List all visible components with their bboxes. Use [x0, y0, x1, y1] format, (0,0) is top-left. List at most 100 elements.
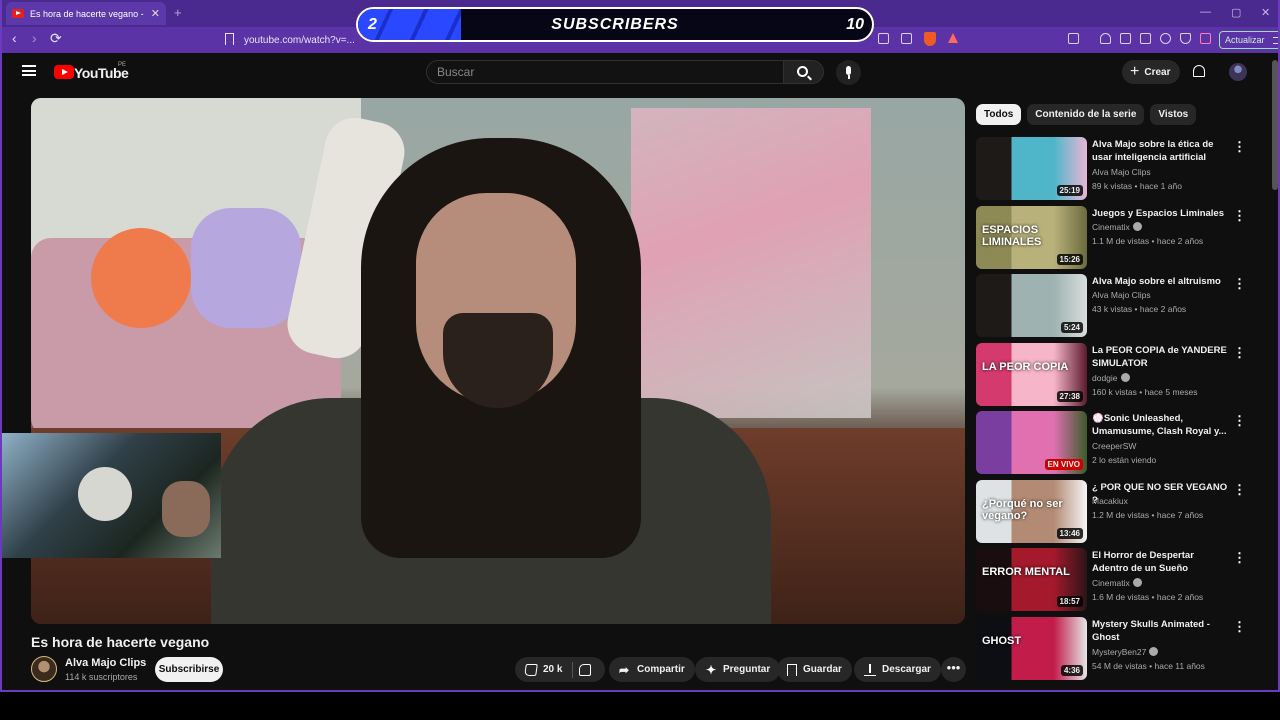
recommendation-thumbnail[interactable]: ¿Porqué no ser vegano? 13:46 — [976, 479, 1087, 543]
leo-ai-icon[interactable] — [1160, 33, 1171, 44]
minimize-icon[interactable]: — — [1200, 6, 1211, 18]
search-input[interactable]: Buscar — [426, 60, 784, 84]
subscribe-button[interactable]: Subscribirse — [155, 657, 223, 682]
more-actions-button[interactable]: ••• — [941, 657, 966, 682]
dislike-icon[interactable] — [579, 663, 592, 676]
browser-window: Es hora de hacerte vegano - You ✕ + — ▢ … — [0, 0, 1280, 692]
reload-button[interactable]: ⟳ — [50, 30, 62, 47]
youtube-logo-icon[interactable] — [54, 65, 74, 79]
recommendation-title[interactable]: La PEOR COPIA de YANDERE SIMULATOR — [1092, 344, 1232, 370]
recommendation-menu-icon[interactable]: ⋮ — [1233, 276, 1246, 292]
cast-icon[interactable] — [878, 33, 889, 44]
recommendation-meta: 160 k vistas • hace 5 meses — [1092, 386, 1198, 397]
recommendation-title[interactable]: Juegos y Espacios Liminales — [1092, 207, 1232, 220]
recommendation-item[interactable]: 5:24 Alva Majo sobre el altruismo Alva Maj… — [976, 274, 1266, 338]
maximize-icon[interactable]: ▢ — [1231, 6, 1241, 19]
recommendation-item[interactable]: GHOST 4:36 Mystery Skulls Animated - Ghost… — [976, 616, 1266, 681]
notifications-bell-icon[interactable] — [1193, 65, 1205, 77]
recommendation-item[interactable]: ESPACIOS LIMINALES 15:26 Juegos y Espacios… — [976, 205, 1266, 270]
share-button[interactable]: ➦ Compartir — [609, 657, 695, 682]
media-icon[interactable] — [1100, 33, 1111, 44]
recommendation-item[interactable]: 25:19 Alva Majo sobre la ética de usar in… — [976, 137, 1266, 201]
plus-icon: + — [1130, 63, 1140, 80]
sparkle-icon: ✦ — [705, 662, 717, 677]
recommendation-menu-icon[interactable]: ⋮ — [1233, 550, 1246, 566]
search-button[interactable] — [783, 60, 824, 84]
recommendation-channel[interactable]: Macakiux — [1092, 496, 1128, 506]
recommendation-menu-icon[interactable]: ⋮ — [1233, 139, 1246, 155]
browser-tab[interactable]: Es hora de hacerte vegano - You ✕ — [6, 2, 166, 25]
forward-button[interactable]: › — [32, 30, 37, 46]
recommendation-title[interactable]: Alva Majo sobre el altruismo — [1092, 275, 1232, 288]
recommendation-title[interactable]: Mystery Skulls Animated - Ghost — [1092, 618, 1232, 644]
recommendation-thumbnail[interactable]: 5:24 — [976, 274, 1087, 337]
extension-icon[interactable] — [1200, 33, 1211, 44]
recommendation-title[interactable]: El Horror de Despertar Adentro de un Sue… — [1092, 549, 1232, 575]
video-plush-toy — [91, 228, 191, 328]
tab-close-icon[interactable]: ✕ — [151, 7, 160, 20]
webcam-overlay — [2, 433, 221, 558]
recommendation-menu-icon[interactable]: ⋮ — [1233, 208, 1246, 224]
thumbnail-text: GHOST — [982, 634, 1022, 647]
recommendation-thumbnail[interactable]: GHOST 4:36 — [976, 616, 1087, 680]
recommendation-thumbnail[interactable]: ERROR MENTAL 18:57 — [976, 548, 1087, 611]
create-button[interactable]: + Crear — [1122, 60, 1180, 84]
close-window-icon[interactable]: ✕ — [1261, 6, 1270, 19]
user-avatar[interactable] — [1229, 63, 1247, 81]
recommendation-thumbnail[interactable]: 25:19 — [976, 137, 1087, 200]
recommendation-item[interactable]: ¿Porqué no ser vegano? 13:46 ¿ POR QUE NO … — [976, 479, 1266, 544]
download-icon — [864, 663, 876, 676]
recommendation-menu-icon[interactable]: ⋮ — [1233, 413, 1246, 429]
recommendation-menu-icon[interactable]: ⋮ — [1233, 482, 1246, 498]
like-icon[interactable] — [524, 663, 538, 676]
duration-badge: 27:38 — [1056, 390, 1083, 402]
recommendation-channel[interactable]: dodgie — [1092, 372, 1130, 383]
voice-search-button[interactable] — [836, 60, 861, 85]
url-text: youtube.com/watch?v=... — [244, 34, 355, 46]
new-tab-button[interactable]: + — [174, 5, 182, 20]
recommendation-meta: 54 M de vistas • hace 11 años — [1092, 660, 1205, 671]
share-page-icon[interactable] — [901, 33, 912, 44]
channel-name[interactable]: Alva Majo Clips — [65, 657, 146, 669]
chip-series[interactable]: Contenido de la serie — [1027, 104, 1145, 125]
download-button[interactable]: Descargar — [854, 657, 941, 682]
ask-button[interactable]: ✦ Preguntar — [695, 657, 781, 682]
recommendation-meta: 1.1 M de vistas • hace 2 años — [1092, 235, 1204, 246]
like-count[interactable]: 20 k — [543, 664, 562, 675]
chip-watched[interactable]: Vistos — [1150, 104, 1197, 125]
recommendation-channel[interactable]: Alva Majo Clips — [1092, 290, 1151, 300]
bookmark-icon — [787, 663, 797, 676]
sidebar-icon[interactable] — [1120, 33, 1131, 44]
wallet-icon[interactable] — [1140, 33, 1151, 44]
webcam-fan — [78, 467, 132, 521]
recommendation-item[interactable]: LA PEOR COPIA 27:38 La PEOR COPIA de YANDE… — [976, 342, 1266, 407]
save-button[interactable]: Guardar — [777, 657, 852, 682]
recommendation-meta: 1.6 M de vistas • hace 2 años — [1092, 592, 1204, 602]
download-label: Descargar — [882, 664, 931, 675]
hamburger-menu-icon[interactable] — [22, 65, 36, 76]
recommendation-channel[interactable]: MysteryBen27 — [1092, 646, 1159, 657]
back-button[interactable]: ‹ — [12, 30, 17, 46]
reader-mode-icon[interactable] — [1068, 33, 1079, 44]
recommendation-menu-icon[interactable]: ⋮ — [1233, 619, 1246, 635]
update-button[interactable]: Actualizar — [1219, 31, 1278, 49]
recommendation-thumbnail[interactable]: EN VIVO — [976, 411, 1087, 474]
recommendation-channel[interactable]: Cinematix — [1092, 578, 1142, 588]
recommendation-channel[interactable]: Alva Majo Clips — [1092, 167, 1151, 177]
vpn-icon[interactable] — [1180, 33, 1191, 44]
recommendation-menu-icon[interactable]: ⋮ — [1233, 345, 1246, 361]
recommendation-title[interactable]: Alva Majo sobre la ética de usar intelig… — [1092, 138, 1232, 164]
brave-shields-icon[interactable] — [924, 32, 936, 46]
recommendation-channel[interactable]: CreeperSW — [1092, 441, 1136, 451]
recommendation-title[interactable]: 💮Sonic Unleashed, Umamusume, Clash Royal… — [1092, 412, 1232, 438]
recommendation-item[interactable]: ERROR MENTAL 18:57 El Horror de Despertar … — [976, 548, 1266, 612]
channel-avatar[interactable] — [31, 656, 57, 682]
chip-todos[interactable]: Todos — [976, 104, 1022, 125]
recommendation-channel[interactable]: Cinematix — [1092, 221, 1142, 232]
recommendation-item[interactable]: EN VIVO 💮Sonic Unleashed, Umamusume, Clas… — [976, 411, 1266, 475]
page-scrollbar[interactable] — [1272, 60, 1278, 190]
recommendation-thumbnail[interactable]: LA PEOR COPIA 27:38 — [976, 342, 1087, 406]
brave-rewards-icon[interactable] — [948, 33, 958, 43]
share-icon: ➦ — [619, 662, 630, 677]
recommendation-thumbnail[interactable]: ESPACIOS LIMINALES 15:26 — [976, 205, 1087, 269]
